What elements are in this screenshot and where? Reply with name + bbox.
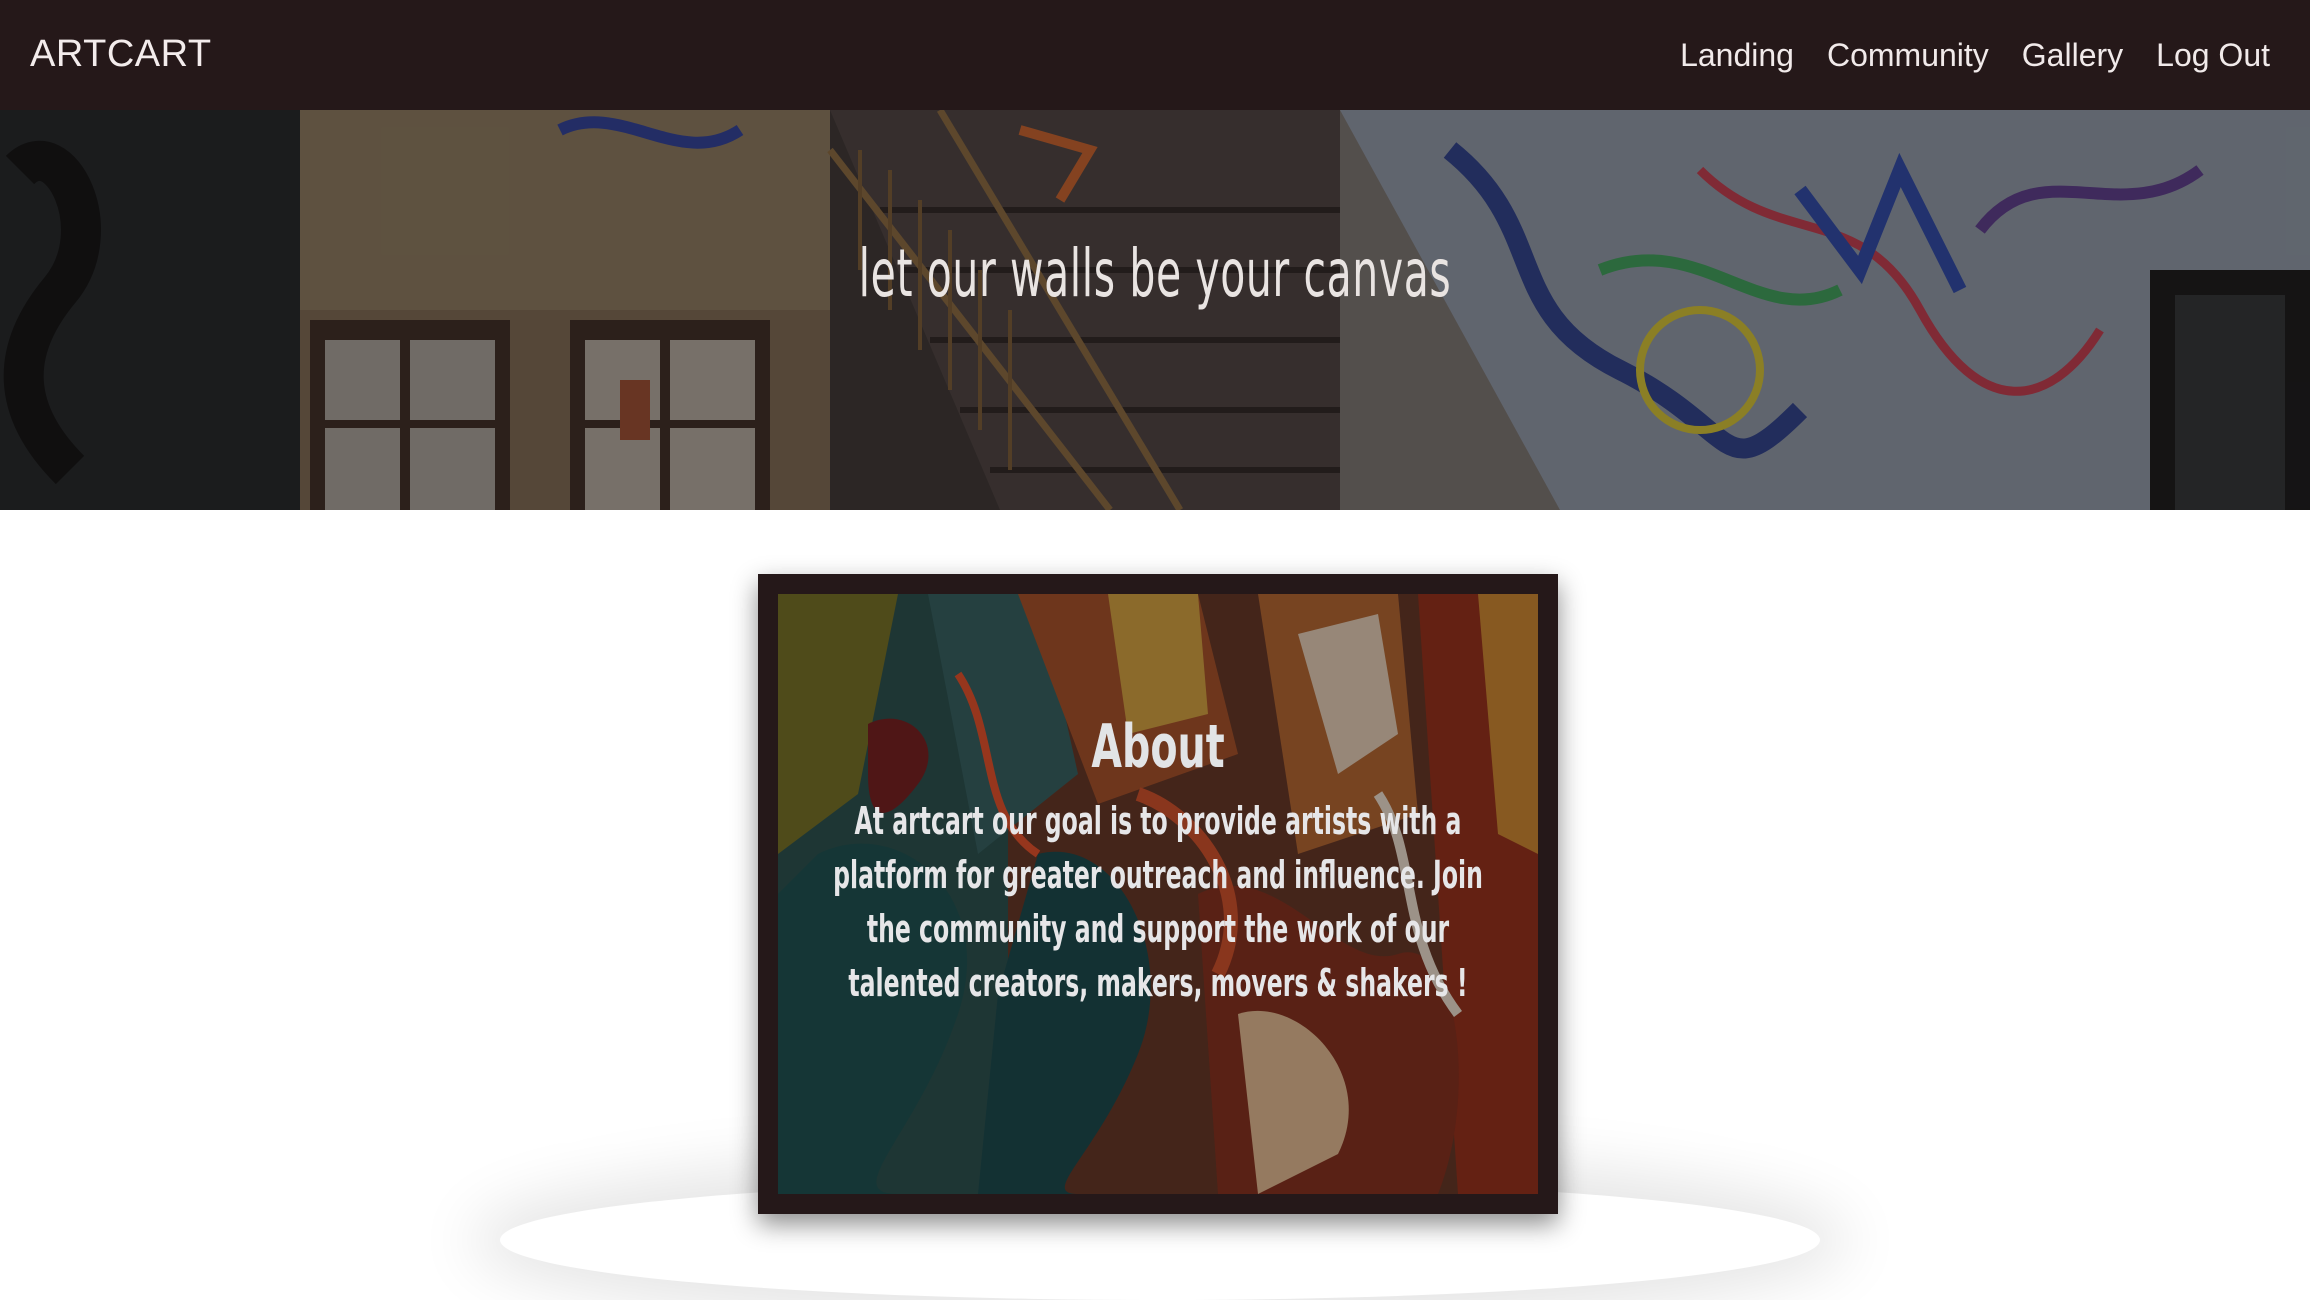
nav-links: Landing Community Gallery Log Out bbox=[1647, 0, 2270, 110]
nav-link-logout[interactable]: Log Out bbox=[2156, 37, 2270, 74]
about-text: At artcart our goal is to provide artist… bbox=[833, 799, 1483, 1005]
nav-link-community[interactable]: Community bbox=[1827, 37, 1989, 74]
hero-title: let our walls be your canvas bbox=[858, 235, 1452, 312]
nav-link-gallery[interactable]: Gallery bbox=[2022, 37, 2123, 74]
nav-link-landing[interactable]: Landing bbox=[1680, 37, 1794, 74]
brand-logo[interactable]: ARTCART bbox=[30, 0, 212, 110]
hero-banner: let our walls be your canvas bbox=[0, 110, 2310, 510]
about-card: About At artcart our goal is to provide … bbox=[778, 594, 1538, 1194]
navbar: ARTCART Landing Community Gallery Log Ou… bbox=[0, 0, 2310, 110]
about-card-frame: About At artcart our goal is to provide … bbox=[758, 574, 1558, 1214]
about-heading: About bbox=[1091, 712, 1225, 782]
